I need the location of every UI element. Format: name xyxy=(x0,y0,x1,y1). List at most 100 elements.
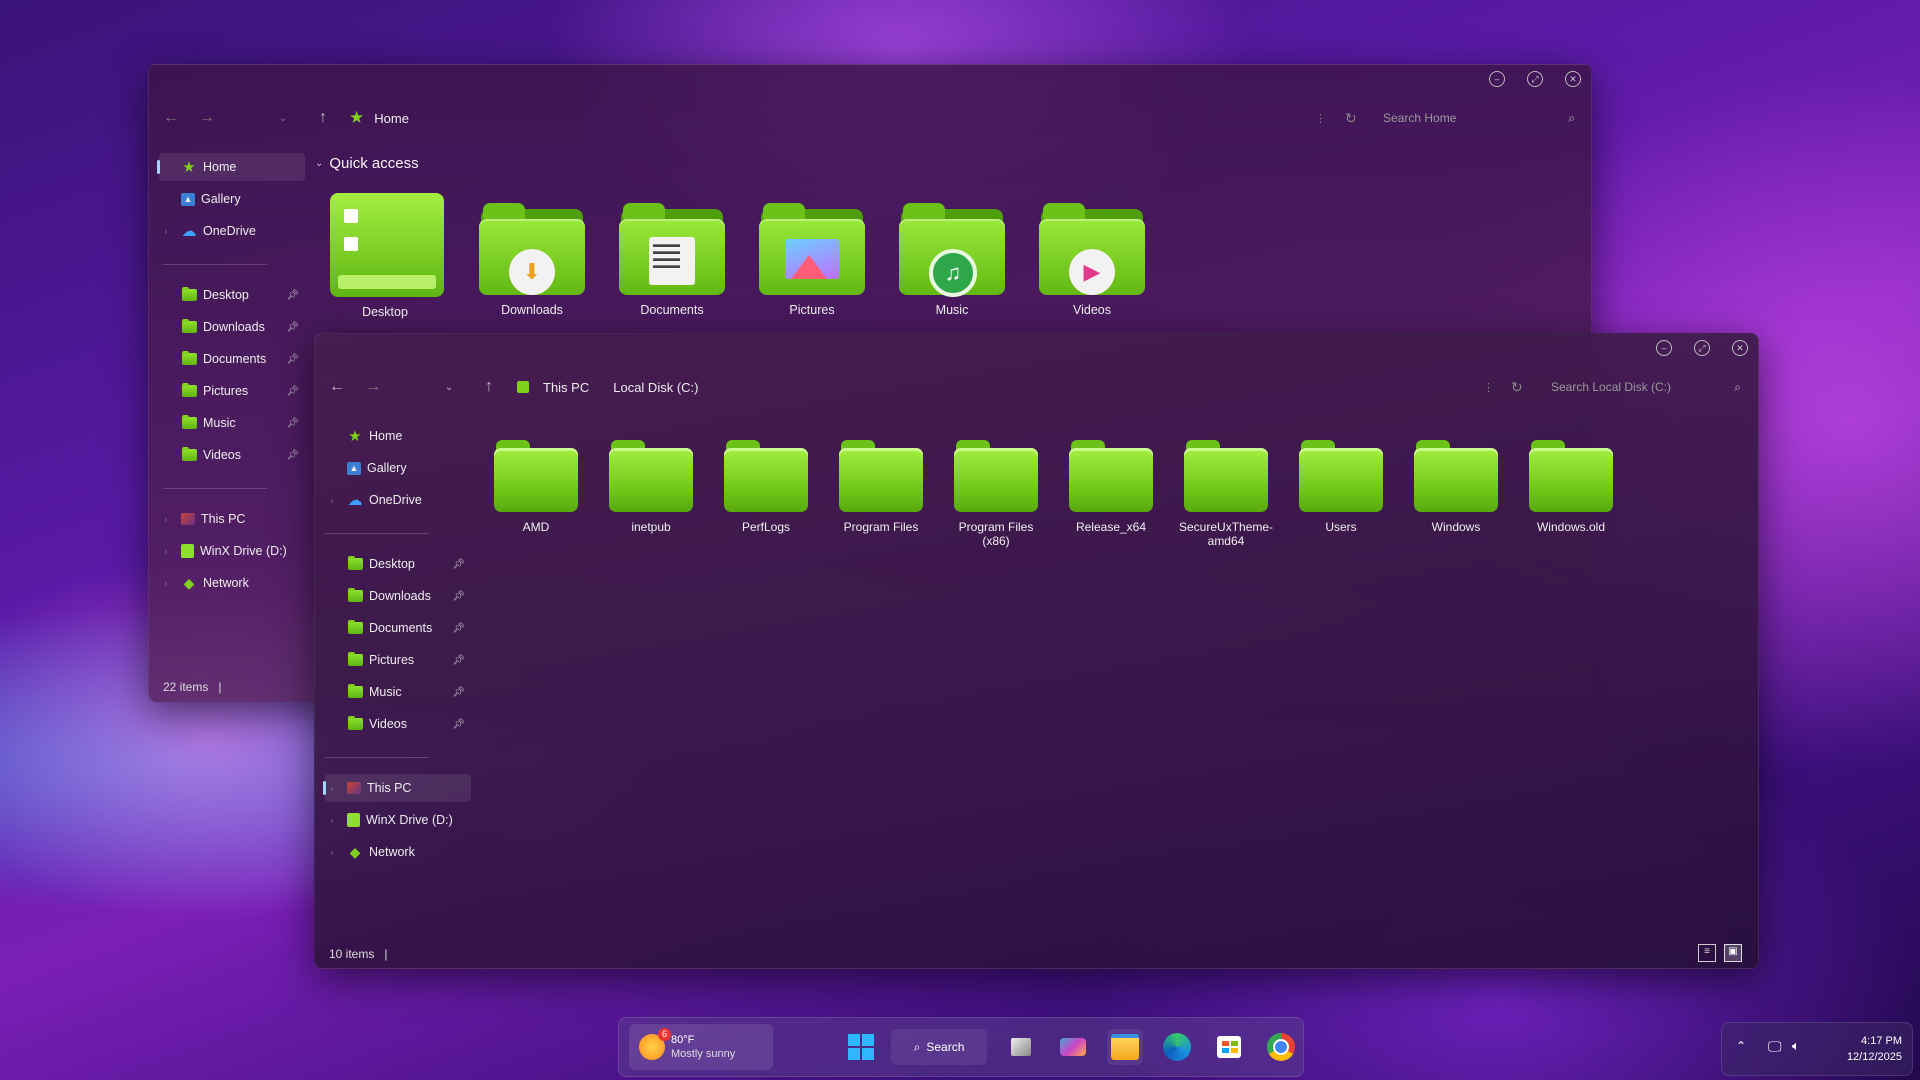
weather-widget[interactable]: 6 80°F Mostly sunny xyxy=(629,1024,773,1070)
sidebar-item-this-pc[interactable]: › This PC xyxy=(323,774,471,802)
start-button[interactable] xyxy=(843,1029,879,1065)
sidebar-item-network[interactable]: › ◆ Network xyxy=(325,838,471,866)
sidebar-item-documents[interactable]: Documents 📌︎ xyxy=(325,614,471,642)
expand-chevron-icon[interactable]: › xyxy=(325,784,339,793)
sidebar-item-home[interactable]: ★ Home xyxy=(325,422,471,450)
up-arrow-icon[interactable]: ↑ xyxy=(305,109,341,127)
sidebar-item-music[interactable]: Music 📌︎ xyxy=(159,409,305,437)
pin-icon[interactable]: 📌︎ xyxy=(286,354,299,365)
folder-item[interactable]: Windows xyxy=(1401,440,1511,534)
sidebar-item-winx-drive[interactable]: › WinX Drive (D:) xyxy=(325,806,471,834)
desktop-folder-icon xyxy=(347,556,363,572)
quick-access-desktop[interactable]: Desktop xyxy=(330,193,444,319)
folder-item[interactable]: AMD xyxy=(481,440,591,534)
sidebar-item-gallery[interactable]: ▲ Gallery xyxy=(159,185,305,213)
quick-access-videos[interactable]: ▶ Videos xyxy=(1037,203,1147,317)
refresh-icon[interactable]: ↻ xyxy=(1345,110,1357,127)
quick-access-pictures[interactable]: Pictures xyxy=(757,203,867,317)
sidebar-item-videos[interactable]: Videos 📌︎ xyxy=(159,441,305,469)
taskbar-app-file-explorer[interactable] xyxy=(1107,1029,1143,1065)
sidebar-item-desktop[interactable]: Desktop 📌︎ xyxy=(159,281,305,309)
breadcrumb-this-pc[interactable]: This PC xyxy=(543,380,589,395)
more-options-icon[interactable]: ⋮ xyxy=(1315,112,1326,125)
sidebar-item-videos[interactable]: Videos 📌︎ xyxy=(325,710,471,738)
pictures-folder-icon xyxy=(181,383,197,399)
folder-item[interactable]: inetpub xyxy=(596,440,706,534)
sidebar-item-this-pc[interactable]: › This PC xyxy=(159,505,305,533)
task-view-button[interactable] xyxy=(1003,1029,1039,1065)
volume-icon[interactable]: 🔈︎ xyxy=(1792,1038,1800,1054)
folder-item[interactable]: PerfLogs xyxy=(711,440,821,534)
maximize-button[interactable]: ⤢ xyxy=(1694,340,1710,356)
search-input[interactable]: Search Home ⌕ xyxy=(1373,105,1585,131)
pin-icon[interactable]: 📌︎ xyxy=(286,418,299,429)
pin-icon[interactable]: 📌︎ xyxy=(452,719,465,730)
search-input[interactable]: Search Local Disk (C:) ⌕ xyxy=(1541,374,1751,400)
sidebar-item-pictures[interactable]: Pictures 📌︎ xyxy=(325,646,471,674)
expand-chevron-icon[interactable]: › xyxy=(159,227,173,236)
taskbar-app-widgets[interactable] xyxy=(1055,1029,1091,1065)
taskbar-search-button[interactable]: ⌕ Search xyxy=(891,1029,987,1065)
close-button[interactable]: ✕ xyxy=(1565,71,1581,87)
item-count: 22 items xyxy=(163,680,209,694)
folder-item[interactable]: Release_x64 xyxy=(1056,440,1166,534)
minimize-button[interactable]: – xyxy=(1656,340,1672,356)
breadcrumb-home[interactable]: Home xyxy=(374,111,409,126)
downloads-folder-icon xyxy=(181,319,197,335)
tiles-view-icon[interactable]: ▣ xyxy=(1724,944,1742,962)
pin-icon[interactable]: 📌︎ xyxy=(286,386,299,397)
up-arrow-icon[interactable]: ↑ xyxy=(471,378,507,396)
sidebar-item-pictures[interactable]: Pictures 📌︎ xyxy=(159,377,305,405)
search-icon: ⌕ xyxy=(913,1039,921,1054)
sidebar-divider xyxy=(325,533,429,534)
pin-icon[interactable]: 📌︎ xyxy=(452,559,465,570)
sidebar-item-network[interactable]: › ◆ Network xyxy=(159,569,305,597)
sidebar-item-onedrive[interactable]: › ☁ OneDrive xyxy=(325,486,471,514)
pin-icon[interactable]: 📌︎ xyxy=(286,290,299,301)
expand-chevron-icon[interactable]: › xyxy=(325,816,339,825)
folder-item[interactable]: SecureUxTheme-amd64 xyxy=(1171,440,1281,548)
sidebar-item-home[interactable]: ★ Home xyxy=(157,153,305,181)
sidebar-item-downloads[interactable]: Downloads 📌︎ xyxy=(325,582,471,610)
network-status-icon[interactable]: 🖵︎ xyxy=(1768,1038,1782,1055)
expand-chevron-icon[interactable]: › xyxy=(159,579,173,588)
quick-access-header[interactable]: ⌄ Quick access xyxy=(315,155,419,172)
sidebar-item-downloads[interactable]: Downloads 📌︎ xyxy=(159,313,305,341)
minimize-button[interactable]: – xyxy=(1489,71,1505,87)
expand-chevron-icon[interactable]: › xyxy=(325,496,339,505)
task-view-icon xyxy=(1011,1038,1031,1056)
pin-icon[interactable]: 📌︎ xyxy=(452,687,465,698)
taskbar-app-chrome[interactable] xyxy=(1263,1029,1299,1065)
pin-icon[interactable]: 📌︎ xyxy=(452,623,465,634)
refresh-icon[interactable]: ↻ xyxy=(1511,379,1523,396)
sidebar-item-winx-drive[interactable]: › WinX Drive (D:) xyxy=(159,537,305,565)
more-options-icon[interactable]: ⋮ xyxy=(1483,381,1494,394)
taskbar-app-store[interactable] xyxy=(1211,1029,1247,1065)
expand-chevron-icon[interactable]: › xyxy=(159,515,173,524)
maximize-button[interactable]: ⤢ xyxy=(1527,71,1543,87)
expand-chevron-icon[interactable]: › xyxy=(159,547,173,556)
quick-access-documents[interactable]: ▬▬▬ ▬▬▬ ▬▬▬ ▬▬▬ Documents xyxy=(617,203,727,317)
folder-item[interactable]: Program Files (x86) xyxy=(941,440,1051,548)
pin-icon[interactable]: 📌︎ xyxy=(286,450,299,461)
folder-item[interactable]: Windows.old xyxy=(1516,440,1626,534)
expand-chevron-icon[interactable]: › xyxy=(325,848,339,857)
sidebar-item-documents[interactable]: Documents 📌︎ xyxy=(159,345,305,373)
sidebar-item-onedrive[interactable]: › ☁ OneDrive xyxy=(159,217,305,245)
breadcrumb-local-disk[interactable]: Local Disk (C:) xyxy=(613,380,698,395)
clock[interactable]: 4:17 PM 12/12/2025 xyxy=(1828,1033,1902,1065)
close-button[interactable]: ✕ xyxy=(1732,340,1748,356)
sidebar-item-desktop[interactable]: Desktop 📌︎ xyxy=(325,550,471,578)
quick-access-music[interactable]: ♫ Music xyxy=(897,203,1007,317)
pin-icon[interactable]: 📌︎ xyxy=(452,655,465,666)
quick-access-downloads[interactable]: ⬇ Downloads xyxy=(477,203,587,317)
folder-item[interactable]: Program Files xyxy=(826,440,936,534)
pin-icon[interactable]: 📌︎ xyxy=(452,591,465,602)
show-hidden-icons-chevron-icon[interactable]: ⌃ xyxy=(1736,1039,1746,1053)
taskbar-app-edge[interactable] xyxy=(1159,1029,1195,1065)
sidebar-item-gallery[interactable]: ▲ Gallery xyxy=(325,454,471,482)
sidebar-item-music[interactable]: Music 📌︎ xyxy=(325,678,471,706)
folder-item[interactable]: Users xyxy=(1286,440,1396,534)
details-view-icon[interactable]: ≡ xyxy=(1698,944,1716,962)
pin-icon[interactable]: 📌︎ xyxy=(286,322,299,333)
